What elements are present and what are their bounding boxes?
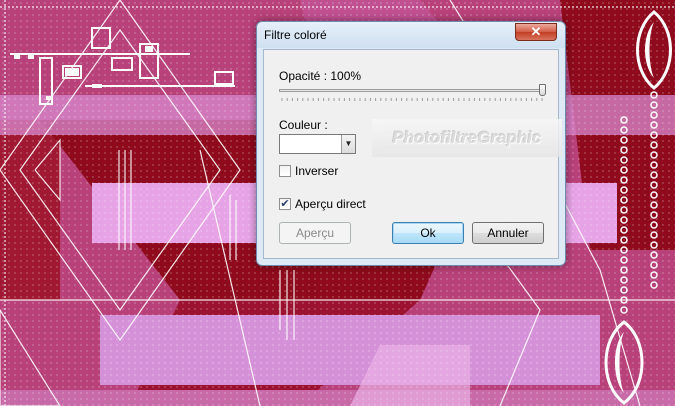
close-button[interactable]: ✕	[515, 23, 557, 41]
invert-label[interactable]: Inverser	[295, 164, 338, 178]
checkmark-icon: ✔	[280, 198, 290, 210]
opacity-slider-thumb[interactable]	[539, 84, 546, 96]
live-preview-label[interactable]: Aperçu direct	[295, 197, 366, 211]
opacity-slider-track[interactable]	[279, 89, 541, 92]
dialog-body: Opacité : 100% Couleur : ▼ PhotofiltreGr…	[263, 49, 562, 259]
ok-button[interactable]: Ok	[392, 222, 464, 244]
color-filter-dialog: Filtre coloré ✕ Opacité : 100% Couleur :…	[256, 21, 566, 266]
live-preview-checkbox[interactable]: ✔	[279, 198, 291, 210]
cancel-button[interactable]: Annuler	[472, 222, 544, 244]
opacity-label: Opacité : 100%	[279, 69, 362, 83]
color-label: Couleur :	[279, 118, 328, 132]
dialog-titlebar[interactable]: Filtre coloré ✕	[257, 22, 565, 48]
dialog-title: Filtre coloré	[264, 28, 327, 42]
chevron-down-icon[interactable]: ▼	[341, 135, 355, 153]
opacity-slider-ticks	[281, 98, 543, 101]
invert-checkbox[interactable]	[279, 165, 291, 177]
preview-button[interactable]: Aperçu	[279, 222, 351, 244]
close-icon: ✕	[530, 24, 542, 39]
watermark-logo: PhotofiltreGraphic	[372, 119, 562, 157]
